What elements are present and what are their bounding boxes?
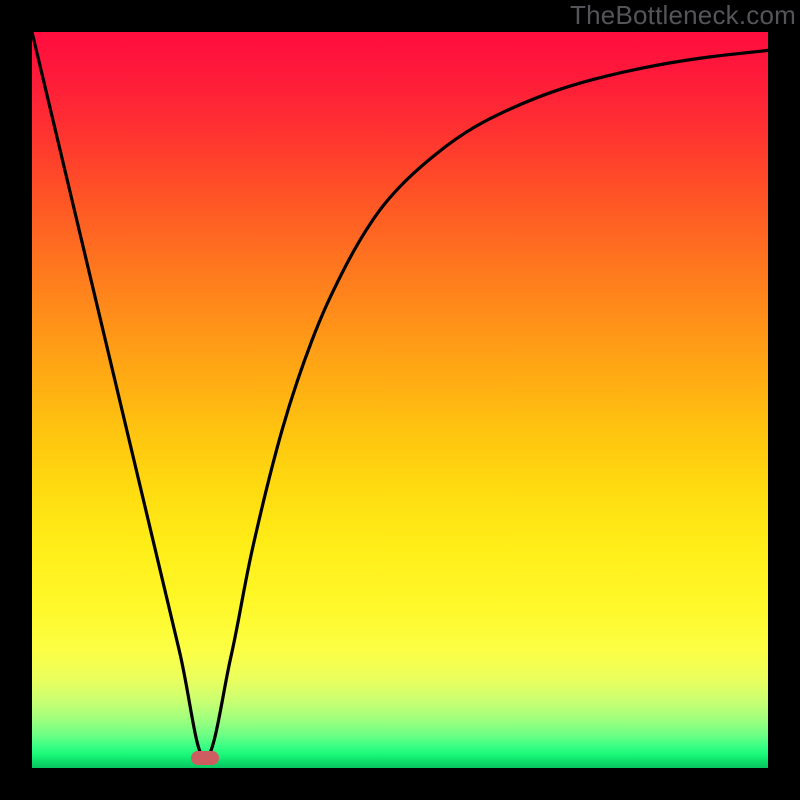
watermark-text: TheBottleneck.com [570, 0, 796, 31]
curve-path [32, 32, 768, 758]
optimal-point-marker [191, 751, 219, 765]
bottleneck-curve [32, 32, 768, 768]
plot-area [32, 32, 768, 768]
